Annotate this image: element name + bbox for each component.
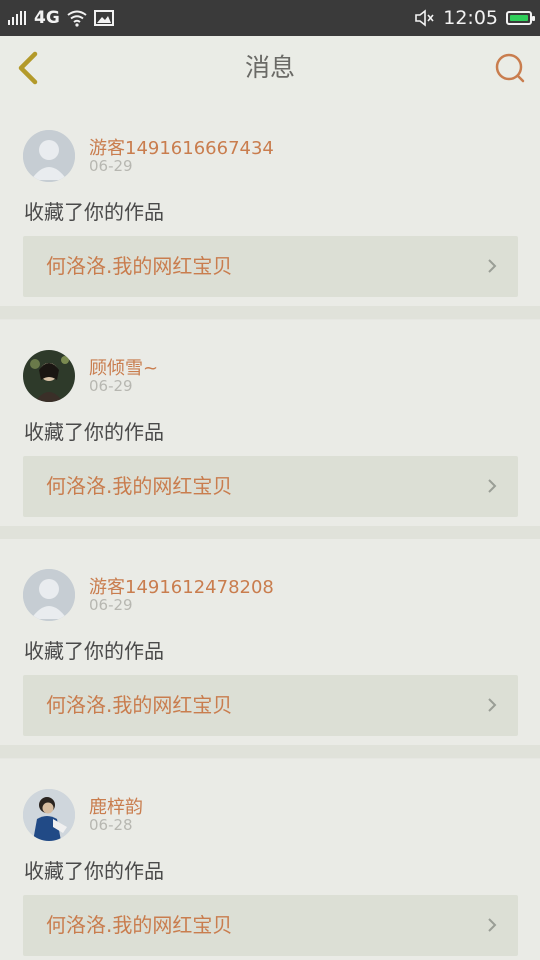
chevron-right-icon xyxy=(488,918,497,932)
page-title: 消息 xyxy=(244,53,295,82)
avatar[interactable] xyxy=(23,130,75,182)
work-title: 何洛洛.我的网红宝贝 xyxy=(46,913,233,937)
nav-bar: 消息 xyxy=(0,36,540,101)
clock: 12:05 xyxy=(443,7,498,29)
separator xyxy=(0,745,540,758)
status-right: 12:05 xyxy=(415,0,535,36)
message-date: 06-28 xyxy=(89,816,133,834)
user-photo-avatar xyxy=(23,350,75,402)
image-notification-icon xyxy=(93,10,114,26)
avatar[interactable] xyxy=(23,350,75,402)
default-avatar-icon xyxy=(23,130,75,182)
message-date: 06-29 xyxy=(89,377,133,395)
action-text: 收藏了你的作品 xyxy=(24,639,164,663)
work-link[interactable]: 何洛洛.我的网红宝贝 xyxy=(23,456,518,517)
mute-icon xyxy=(415,9,434,27)
work-title: 何洛洛.我的网红宝贝 xyxy=(46,693,233,717)
work-link[interactable]: 何洛洛.我的网红宝贝 xyxy=(23,895,518,956)
chevron-right-icon xyxy=(488,479,497,493)
work-title: 何洛洛.我的网红宝贝 xyxy=(46,474,233,498)
search-icon[interactable] xyxy=(492,50,528,86)
chevron-right-icon xyxy=(488,259,497,273)
signal-icon xyxy=(8,11,26,25)
chevron-right-icon xyxy=(488,698,497,712)
message-card: 鹿梓韵 06-28 收藏了你的作品 何洛洛.我的网红宝贝 xyxy=(0,759,540,960)
work-title: 何洛洛.我的网红宝贝 xyxy=(46,254,233,278)
message-card: 游客1491616667434 06-29 收藏了你的作品 何洛洛.我的网红宝贝 xyxy=(0,100,540,306)
default-avatar-icon xyxy=(23,569,75,621)
avatar[interactable] xyxy=(23,569,75,621)
avatar[interactable] xyxy=(23,789,75,841)
separator xyxy=(0,306,540,319)
message-card: 游客1491612478208 06-29 收藏了你的作品 何洛洛.我的网红宝贝 xyxy=(0,539,540,745)
work-link[interactable]: 何洛洛.我的网红宝贝 xyxy=(23,236,518,297)
action-text: 收藏了你的作品 xyxy=(24,200,164,224)
separator xyxy=(0,526,540,539)
message-card: 顾倾雪~ 06-29 收藏了你的作品 何洛洛.我的网红宝贝 xyxy=(0,320,540,526)
message-date: 06-29 xyxy=(89,596,133,614)
action-text: 收藏了你的作品 xyxy=(24,859,164,883)
battery-icon xyxy=(506,11,535,25)
message-date: 06-29 xyxy=(89,157,133,175)
status-left: 4G xyxy=(8,0,114,36)
user-photo-avatar xyxy=(23,789,75,841)
network-type: 4G xyxy=(34,8,60,28)
action-text: 收藏了你的作品 xyxy=(24,420,164,444)
status-bar: 4G 12:05 xyxy=(0,0,540,36)
wifi-icon xyxy=(67,10,87,27)
work-link[interactable]: 何洛洛.我的网红宝贝 xyxy=(23,675,518,736)
